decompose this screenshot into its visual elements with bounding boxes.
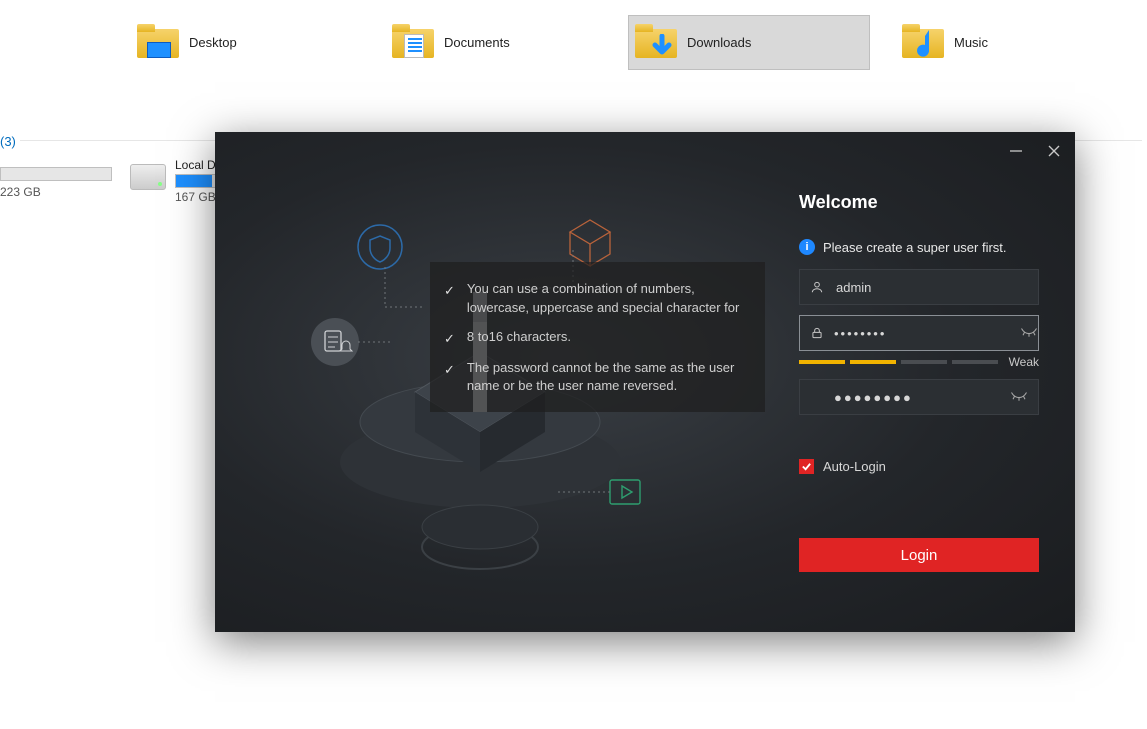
folder-label: Music [954, 35, 988, 50]
check-icon: ✓ [444, 330, 455, 349]
close-icon [1047, 144, 1061, 158]
drive-0-bar[interactable] [0, 167, 112, 181]
user-icon [810, 280, 826, 294]
drives-header: (3) [0, 134, 16, 149]
login-modal: ✓ You can use a combination of numbers, l… [215, 132, 1075, 632]
folder-desktop[interactable]: Desktop [130, 15, 340, 70]
login-button[interactable]: Login [799, 538, 1039, 572]
drive-0-free: 223 GB [0, 185, 41, 199]
instruction-text: Please create a super user first. [823, 240, 1007, 255]
confirm-value: ●●●●●●●● [810, 390, 1000, 405]
eye-icon[interactable] [1020, 326, 1038, 340]
hdd-icon [130, 164, 166, 190]
folder-row: Desktop Documents Downloads Music [0, 15, 1147, 75]
folder-music[interactable]: Music [895, 15, 1105, 70]
info-icon: i [799, 239, 815, 255]
tip-text: You can use a combination of numbers, lo… [467, 280, 749, 318]
strength-label: Weak [1009, 355, 1039, 369]
username-value: admin [836, 280, 1028, 295]
tip-text: 8 to16 characters. [467, 328, 571, 349]
check-icon: ✓ [444, 282, 455, 318]
confirm-password-field[interactable]: ●●●●●●●● [799, 379, 1039, 415]
auto-login-label: Auto-Login [823, 459, 886, 474]
eye-icon[interactable] [1010, 390, 1028, 404]
minimize-button[interactable] [1005, 140, 1027, 162]
password-strength: Weak [799, 357, 1039, 367]
welcome-title: Welcome [799, 192, 1039, 213]
checkbox-checked-icon [799, 459, 814, 474]
tip-text: The password cannot be the same as the u… [467, 359, 749, 397]
lock-icon [810, 326, 824, 340]
folder-downloads[interactable]: Downloads [628, 15, 870, 70]
auto-login-checkbox[interactable]: Auto-Login [799, 459, 1039, 474]
close-button[interactable] [1043, 140, 1065, 162]
password-input[interactable] [834, 326, 1010, 341]
folder-label: Downloads [687, 35, 751, 50]
folder-label: Documents [444, 35, 510, 50]
folder-documents[interactable]: Documents [385, 15, 595, 70]
minimize-icon [1009, 144, 1023, 158]
folder-label: Desktop [189, 35, 237, 50]
password-field[interactable] [799, 315, 1039, 351]
username-field[interactable]: admin [799, 269, 1039, 305]
password-tips: ✓ You can use a combination of numbers, l… [430, 262, 765, 412]
instruction-line: i Please create a super user first. [799, 239, 1039, 255]
check-icon: ✓ [444, 361, 455, 397]
